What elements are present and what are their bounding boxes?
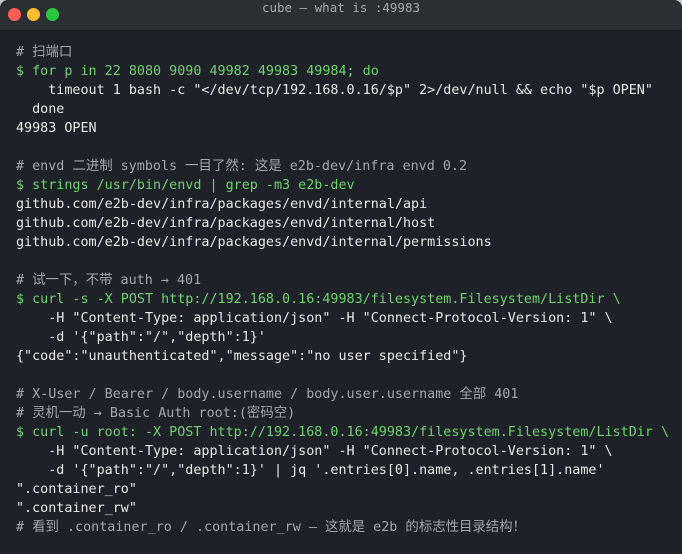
command-continuation-line: -d '{"path":"/","depth":1}'	[16, 330, 266, 345]
output-line: ".container_ro"	[16, 482, 137, 497]
output-line: github.com/e2b-dev/infra/packages/envd/i…	[16, 197, 428, 212]
command-continuation-line: done	[16, 102, 65, 117]
comment-line: # 扫端口	[16, 45, 73, 60]
command-continuation-line: timeout 1 bash -c "</dev/tcp/192.168.0.1…	[16, 83, 653, 98]
command-continuation-line: -H "Content-Type: application/json" -H "…	[16, 444, 613, 459]
command-line: $ curl -u root: -X POST http://192.168.0…	[16, 425, 670, 440]
terminal-window: cube — what is :49983 # 扫端口 $ for p in 22…	[0, 0, 682, 554]
comment-line: # X-User / Bearer / body.username / body…	[16, 387, 519, 402]
comment-line: # 看到 .container_ro / .container_rw — 这就是…	[16, 520, 526, 535]
comment-line: # 试一下，不带 auth → 401	[16, 273, 202, 288]
output-line: 49983 OPEN	[16, 121, 97, 136]
comment-line: # envd 二进制 symbols 一目了然: 这是 e2b-dev/infr…	[16, 159, 468, 174]
command-line: $ strings /usr/bin/envd | grep -m3 e2b-d…	[16, 178, 355, 193]
output-line: github.com/e2b-dev/infra/packages/envd/i…	[16, 235, 492, 250]
command-line: $ for p in 22 8080 9090 49982 49983 4998…	[16, 64, 379, 79]
terminal-output[interactable]: # 扫端口 $ for p in 22 8080 9090 49982 49983…	[0, 31, 682, 537]
command-continuation-line: -d '{"path":"/","depth":1}' | jq '.entri…	[16, 463, 605, 478]
comment-line: # 灵机一动 → Basic Auth root:(密码空)	[16, 406, 296, 421]
output-line: github.com/e2b-dev/infra/packages/envd/i…	[16, 216, 436, 231]
title-bar: cube — what is :49983	[0, 0, 682, 31]
command-continuation-line: -H "Content-Type: application/json" -H "…	[16, 311, 613, 326]
output-line: {"code":"unauthenticated","message":"no …	[16, 349, 468, 364]
output-line: ".container_rw"	[16, 501, 137, 516]
window-title: cube — what is :49983	[261, 0, 421, 15]
command-line: $ curl -s -X POST http://192.168.0.16:49…	[16, 292, 621, 307]
